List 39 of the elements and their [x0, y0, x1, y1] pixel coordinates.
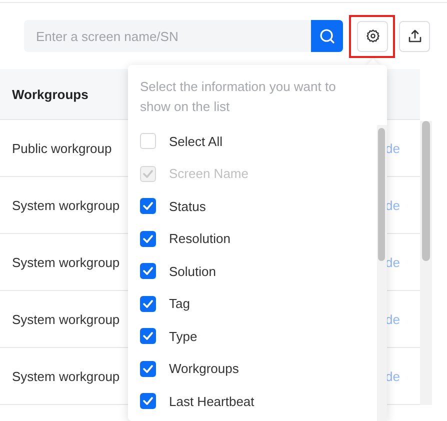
column-option[interactable]: Type [140, 320, 377, 352]
table-cell: System workgroup [12, 198, 120, 212]
column-option[interactable]: Solution [140, 255, 377, 288]
search-button[interactable] [311, 20, 343, 52]
upload-icon [408, 29, 422, 43]
checkbox[interactable] [140, 230, 156, 247]
column-option[interactable]: Resolution [140, 222, 377, 255]
checkbox[interactable] [140, 328, 156, 344]
checkmark-icon [143, 300, 153, 308]
column-header: Workgroups [12, 86, 88, 102]
column-option[interactable]: Status [140, 190, 377, 222]
table-cell: Public workgroup [12, 140, 112, 156]
scrollbar-thumb[interactable] [378, 128, 385, 261]
popover-description: Select the information you want to show on the list [140, 78, 337, 116]
checkbox[interactable] [140, 393, 156, 410]
table-cell: System workgroup [12, 254, 120, 270]
export-button[interactable] [399, 20, 430, 52]
column-option[interactable]: Tag [140, 288, 377, 320]
checkbox[interactable] [140, 296, 156, 312]
checkmark-icon [143, 397, 153, 406]
checkmark-icon [143, 170, 153, 178]
scrollbar-thumb[interactable] [422, 121, 430, 261]
table-cell: System workgroup [12, 312, 120, 326]
column-option: Screen Name [140, 158, 377, 190]
checkbox[interactable] [140, 263, 156, 280]
checkbox[interactable] [140, 360, 156, 377]
settings-icon [366, 29, 380, 43]
settings-button[interactable] [357, 20, 388, 52]
checkbox[interactable] [140, 198, 156, 214]
search-icon [319, 28, 335, 44]
checkmark-icon [143, 234, 153, 243]
checkmark-icon [143, 332, 153, 340]
checkmark-icon [143, 364, 153, 373]
column-option[interactable]: Last Heartbeat [140, 385, 377, 418]
checkmark-icon [143, 202, 153, 210]
checkmark-icon [143, 267, 153, 276]
column-option[interactable]: Workgroups [140, 352, 377, 385]
table-cell: System workgroup [12, 368, 120, 384]
column-option[interactable]: Select All [140, 125, 377, 158]
